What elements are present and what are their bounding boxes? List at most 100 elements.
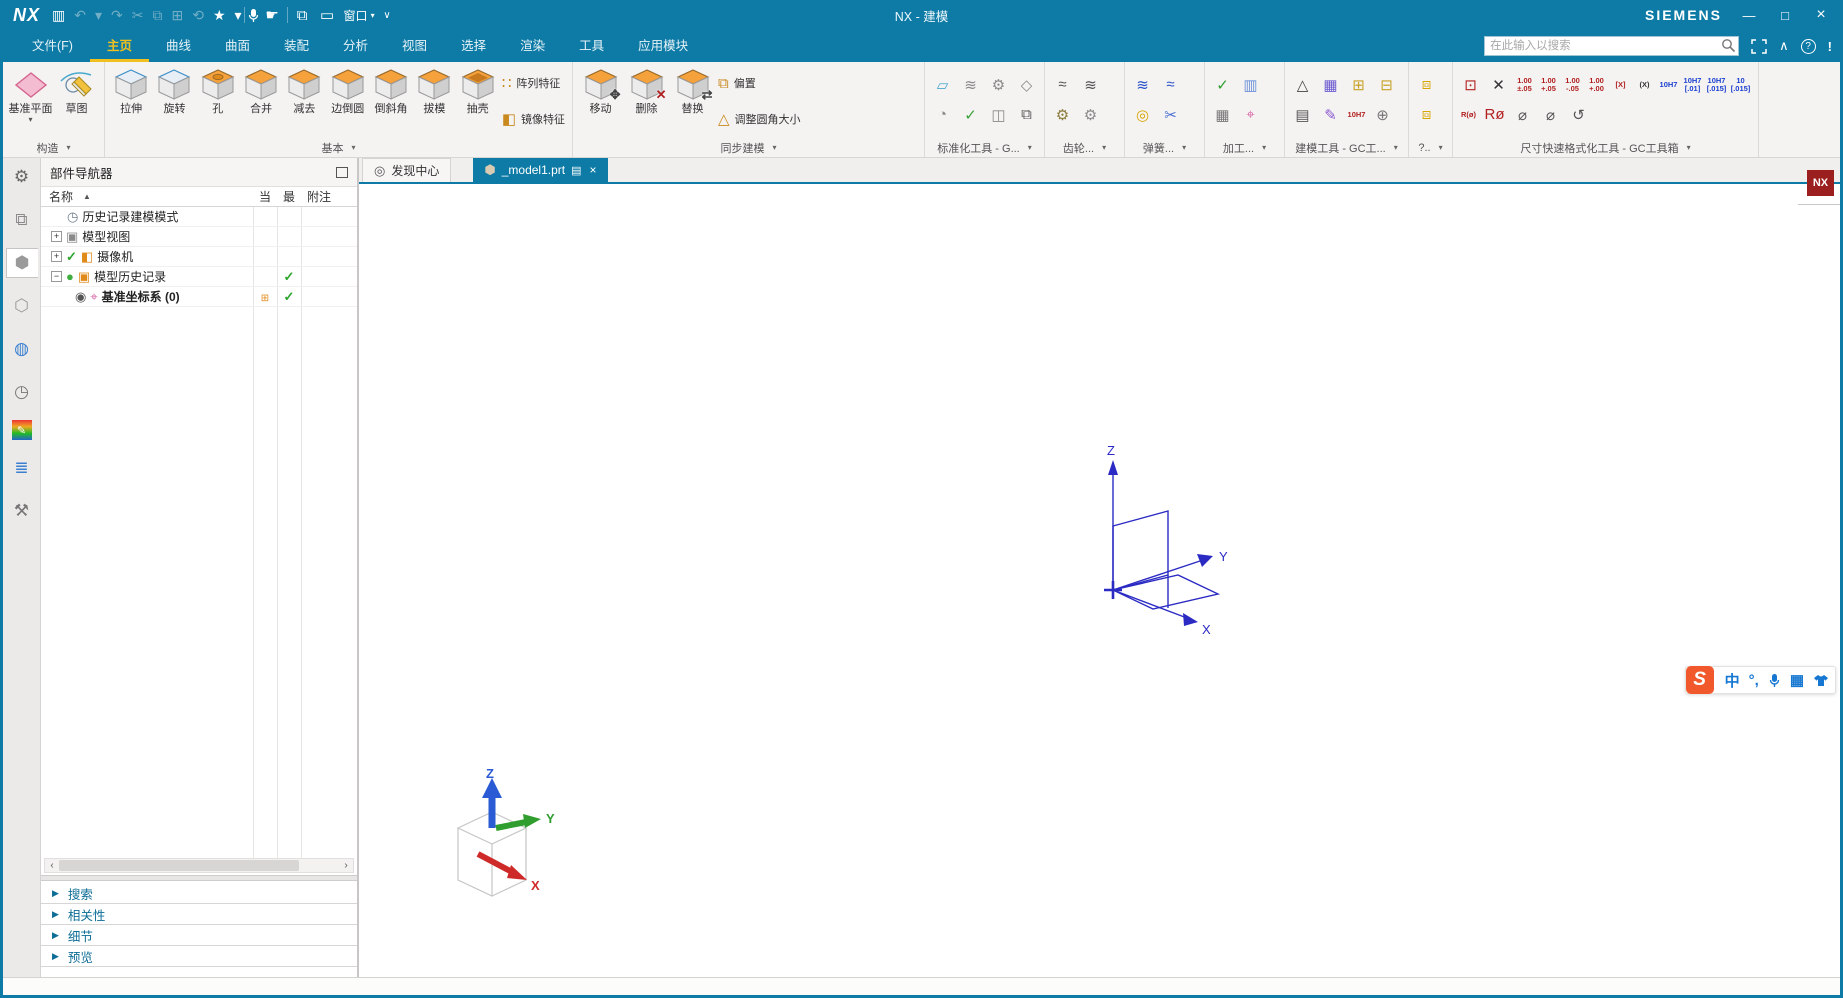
triangle-tool-icon[interactable]: △ <box>1290 72 1315 97</box>
sidebar-web-browser[interactable]: ◍ <box>6 334 38 364</box>
process-sheet-icon[interactable]: ▥ <box>1238 72 1263 97</box>
view-triad[interactable]: Z Y X <box>430 766 570 901</box>
minimize-ribbon-icon[interactable]: ∧ <box>1779 38 1789 54</box>
tree-row-history-mode[interactable]: ◷ 历史记录建模模式 <box>41 207 357 227</box>
revolve-button[interactable]: 旋转 <box>153 65 195 116</box>
column-comment[interactable]: 附注 <box>301 188 357 205</box>
check-feature-icon[interactable]: ✓ <box>1210 72 1235 97</box>
search-input[interactable] <box>1484 36 1739 56</box>
fit-binocular-icon[interactable]: 10H7 <box>1346 102 1367 127</box>
nx-fullscreen-badge[interactable]: NX <box>1807 170 1834 196</box>
ime-mic-icon[interactable] <box>1768 673 1781 688</box>
sidebar-part-navigator[interactable]: ⬢ <box>6 248 38 278</box>
menu-tab-render[interactable]: 渲染 <box>503 30 562 62</box>
close-button[interactable]: × <box>1812 6 1830 24</box>
dimension-brush-icon[interactable]: ✎ <box>1318 102 1343 127</box>
sidebar-history[interactable]: ◷ <box>6 377 38 407</box>
datum-csys[interactable]: Z Y X <box>1080 442 1270 652</box>
menu-tab-view[interactable]: 视图 <box>385 30 444 62</box>
section-details[interactable]: ▶ 细节 <box>41 925 357 946</box>
sidebar-navigation-gear[interactable]: ⚙ <box>6 162 38 192</box>
boxed-dim-icon[interactable]: [X] <box>1610 72 1631 97</box>
no-diameter-icon[interactable]: ⌀ <box>1510 102 1535 127</box>
ribbon-group-machining-label[interactable]: 加工... ▾ <box>1205 138 1284 157</box>
window-menu[interactable]: 窗口 ▾ <box>344 7 375 24</box>
fit-10h7-icon[interactable]: 10H7 <box>1658 72 1679 97</box>
folder-link-icon[interactable]: ⊟ <box>1374 72 1399 97</box>
stretch-spring-icon[interactable]: ≈ <box>1158 72 1183 97</box>
modeling-viewport[interactable]: Z Y X <box>359 184 1840 977</box>
cube-add-icon[interactable]: ⊕ <box>1370 102 1395 127</box>
voice-command-icon[interactable] <box>247 8 260 23</box>
expand-icon[interactable]: + <box>51 231 62 242</box>
replace-face-button[interactable]: ⇄ 替换 <box>670 65 715 116</box>
menu-tab-selection[interactable]: 选择 <box>444 30 503 62</box>
column-current[interactable]: 当 <box>253 188 277 205</box>
chamfer-button[interactable]: 倒斜角 <box>370 65 412 116</box>
tree-row-model-history[interactable]: − ● ▣ 模型历史记录 ✓ <box>41 267 357 287</box>
scrollbar-thumb[interactable] <box>59 860 299 871</box>
tolerance-upper-icon[interactable]: 1.00 +.05 <box>1538 72 1559 97</box>
gear-modify-icon[interactable]: ≋ <box>1078 72 1103 97</box>
menu-tab-tools[interactable]: 工具 <box>562 30 621 62</box>
menu-tab-analysis[interactable]: 分析 <box>326 30 385 62</box>
table-annotation-icon[interactable]: ▦ <box>1318 72 1343 97</box>
coil-spring-icon[interactable]: ≋ <box>1130 72 1155 97</box>
scroll-left-icon[interactable]: ‹ <box>45 860 59 871</box>
menu-tab-curve[interactable]: 曲线 <box>149 30 208 62</box>
view-check-icon[interactable]: ◔ <box>930 102 955 127</box>
no-diameter2-icon[interactable]: ⌀ <box>1538 102 1563 127</box>
ime-skin-icon[interactable] <box>1813 674 1829 687</box>
paren-dim-icon[interactable]: (X) <box>1634 72 1655 97</box>
unite-button[interactable]: 合并 <box>240 65 282 116</box>
ribbon-group-misc-label[interactable]: ?.. ▾ <box>1409 138 1452 157</box>
gear-design-icon[interactable]: ≈ <box>1050 72 1075 97</box>
menu-tab-file[interactable]: 文件(F) <box>15 30 90 62</box>
maximize-button[interactable]: □ <box>1776 8 1794 23</box>
ribbon-group-dim-format-label[interactable]: 尺寸快速格式化工具 - GC工具箱 ▾ <box>1453 138 1758 157</box>
shell-button[interactable]: 抽壳 <box>457 65 499 116</box>
sketch-button[interactable]: 草图 <box>54 65 99 116</box>
sogou-logo[interactable]: S <box>1686 666 1714 694</box>
scroll-right-icon[interactable]: › <box>339 860 353 871</box>
standards-check-icon[interactable]: ✓ <box>958 102 983 127</box>
tolerance-sym-icon[interactable]: 1.00 ±.05 <box>1514 72 1535 97</box>
redo-icon[interactable]: ↷ <box>111 7 123 24</box>
ribbon-group-gc-modeling-label[interactable]: 建模工具 - GC工... ▾ <box>1285 138 1408 157</box>
tolerance-lower-icon[interactable]: 1.00 -.05 <box>1562 72 1583 97</box>
undo-icon[interactable]: ↶ <box>74 7 86 24</box>
pattern-feature-button[interactable]: ∷ 阵列特征 <box>502 67 565 99</box>
panel-splitter[interactable] <box>41 875 357 881</box>
sketch-frame-icon[interactable]: ▱ <box>930 72 955 97</box>
undo-dropdown-icon[interactable]: ▾ <box>95 7 102 24</box>
datum-plane-button[interactable]: 基准平面 ▾ <box>8 65 53 124</box>
ribbon-group-standards-label[interactable]: 标准化工具 - G... ▾ <box>925 138 1044 157</box>
tab-discover-center[interactable]: ◎ 发现中心 <box>362 158 451 182</box>
paste-special-icon[interactable]: ⟲ <box>192 7 204 24</box>
reset-format-icon[interactable]: ↺ <box>1566 102 1591 127</box>
ribbon-group-spring-label[interactable]: 弹簧... ▾ <box>1125 138 1204 157</box>
move-face-button[interactable]: ✥ 移动 <box>578 65 623 116</box>
ribbon-group-gear-label[interactable]: 齿轮... ▾ <box>1045 138 1124 157</box>
favorites-icon[interactable]: ★ <box>213 7 226 24</box>
hole-button[interactable]: 孔 <box>197 65 239 116</box>
new-window-icon[interactable]: ▭ <box>315 3 340 28</box>
gear-icon[interactable]: ⚙ <box>1050 102 1075 127</box>
close-tab-icon[interactable]: × <box>590 163 597 177</box>
offset-region-button[interactable]: ⧉ 偏置 <box>718 67 801 99</box>
doc-transfer-icon[interactable]: ⧉ <box>1014 102 1039 127</box>
attribute-tag-icon[interactable]: ◇ <box>1014 72 1039 97</box>
navigator-hscrollbar[interactable]: ‹ › <box>44 858 354 873</box>
alert-icon[interactable]: ! <box>1828 39 1832 54</box>
menu-tab-assemblies[interactable]: 装配 <box>267 30 326 62</box>
tree-row-cameras[interactable]: + ✓ ◧ 摄像机 <box>41 247 357 267</box>
layer-settings-icon[interactable]: ⚙ <box>986 72 1011 97</box>
column-latest[interactable]: 最 <box>277 188 301 205</box>
ribbon-collapse-icon[interactable]: ∨ <box>375 3 400 28</box>
folder-add-icon[interactable]: ⊞ <box>1346 72 1371 97</box>
collapse-icon[interactable]: − <box>51 271 62 282</box>
help-icon[interactable]: ? <box>1801 39 1816 54</box>
menu-tab-home[interactable]: 主页 <box>90 30 149 62</box>
part-check-icon[interactable]: ◫ <box>986 102 1011 127</box>
ribbon-group-basic-label[interactable]: 基本 ▾ <box>105 138 572 157</box>
